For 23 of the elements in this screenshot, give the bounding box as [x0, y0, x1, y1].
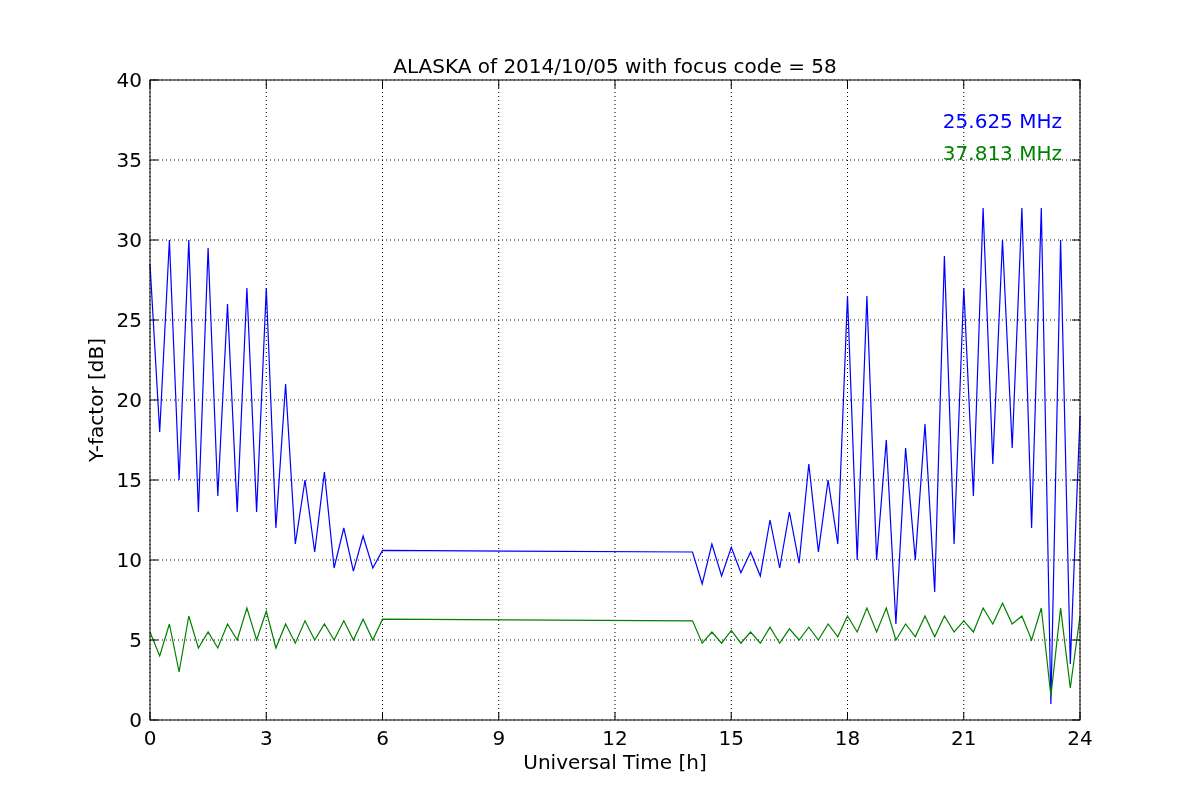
- y-tick-label: 15: [116, 468, 142, 492]
- x-tick-label: 0: [143, 726, 157, 750]
- y-axis-label: Y-factor [dB]: [84, 338, 108, 462]
- y-tick-label: 30: [116, 228, 142, 252]
- x-tick-label: 9: [492, 726, 506, 750]
- legend-label: 37.813 MHz: [942, 141, 1062, 165]
- y-tick-label: 25: [116, 308, 142, 332]
- x-tick-label: 6: [376, 726, 389, 750]
- y-tick-label: 35: [116, 148, 142, 172]
- legend-label: 25.625 MHz: [942, 109, 1062, 133]
- y-tick-label: 20: [116, 388, 142, 412]
- y-tick-label: 0: [129, 708, 142, 732]
- x-tick-label: 24: [1067, 726, 1093, 750]
- x-tick-label: 18: [834, 726, 861, 750]
- y-tick-label: 40: [116, 68, 142, 92]
- x-axis-label: Universal Time [h]: [523, 750, 707, 774]
- chart-title: ALASKA of 2014/10/05 with focus code = 58: [393, 54, 837, 78]
- x-tick-label: 3: [259, 726, 273, 750]
- x-tick-label: 21: [951, 726, 977, 750]
- y-tick-label: 10: [116, 548, 142, 572]
- x-tick-label: 15: [718, 726, 744, 750]
- y-tick-label: 5: [129, 628, 142, 652]
- x-tick-label: 12: [602, 726, 628, 750]
